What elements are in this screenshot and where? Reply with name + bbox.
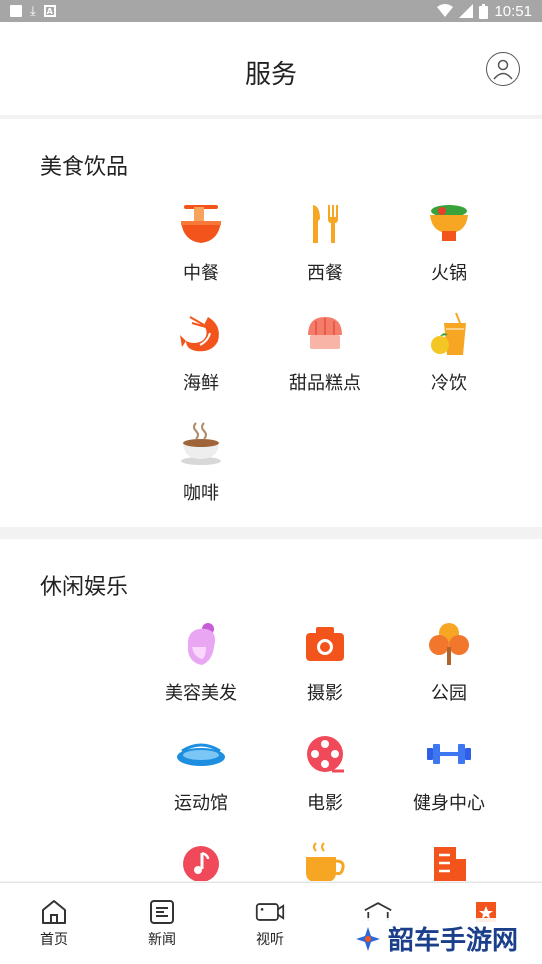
- service-item-photography[interactable]: 摄影: [270, 619, 380, 705]
- service-item-music[interactable]: [146, 839, 256, 881]
- service-label: 运动馆: [174, 793, 228, 814]
- battery-icon: [479, 3, 489, 19]
- app-header: 服务: [0, 22, 542, 115]
- service-label: 电影: [307, 793, 343, 814]
- coffee-cup-icon: [176, 419, 226, 469]
- profile-button[interactable]: [486, 52, 520, 86]
- service-item-seafood[interactable]: 海鲜: [146, 309, 256, 395]
- service-label: 火锅: [431, 263, 467, 284]
- food-section-title: 美食饮品: [40, 155, 129, 180]
- home-icon: [39, 897, 69, 927]
- service-item-beauty-salon[interactable]: 美容美发: [146, 619, 256, 705]
- watermark-text: 韶车手游网: [388, 926, 519, 956]
- page-title: 服务: [244, 60, 297, 90]
- service-item-chinese-food[interactable]: 中餐: [146, 199, 256, 285]
- tab-label: 新闻: [148, 932, 176, 948]
- tab-label: 首页: [40, 932, 68, 948]
- service-item-building[interactable]: [394, 839, 504, 881]
- service-item-western-food[interactable]: 西餐: [270, 199, 380, 285]
- service-item-movie[interactable]: 电影: [270, 729, 380, 815]
- service-label: 咖啡: [183, 483, 219, 504]
- leisure-section-title: 休闲娱乐: [40, 575, 129, 600]
- app-notification-icon: A: [43, 5, 56, 17]
- watermark: 韶车手游网: [350, 918, 523, 959]
- tree-icon: [424, 619, 474, 669]
- shrimp-icon: [176, 309, 226, 359]
- leisure-section: 休闲娱乐 美容美发 摄影 公园 运动馆 电影 健身中心: [0, 539, 542, 881]
- music-note-icon: [176, 839, 226, 881]
- service-item-park[interactable]: 公园: [394, 619, 504, 705]
- cake-icon: [300, 309, 350, 359]
- service-label: 中餐: [183, 263, 219, 284]
- service-item-dessert[interactable]: 甜品糕点: [270, 309, 380, 395]
- news-icon: [147, 897, 177, 927]
- tab-label: 视听: [256, 932, 284, 948]
- service-item-gym[interactable]: 健身中心: [394, 729, 504, 815]
- service-label: 海鲜: [183, 373, 219, 394]
- service-item-coffee[interactable]: 咖啡: [146, 419, 256, 505]
- fork-knife-icon: [300, 199, 350, 249]
- service-item-cold-drinks[interactable]: 冷饮: [394, 309, 504, 395]
- service-label: 公园: [431, 683, 467, 704]
- tab-home[interactable]: 首页: [24, 897, 84, 949]
- noodle-bowl-icon: [176, 199, 226, 249]
- service-label: 健身中心: [413, 793, 485, 814]
- video-camera-icon: [255, 897, 285, 927]
- food-section: 美食饮品 中餐 西餐 火锅 海鲜 甜品糕点 冷饮 咖啡: [0, 119, 542, 527]
- service-label: 美容美发: [165, 683, 237, 704]
- wifi-icon: [437, 4, 454, 17]
- stadium-icon: [176, 729, 226, 779]
- download-icon: ⤓: [30, 3, 36, 19]
- status-bar: ⤓ A 10:51: [0, 0, 542, 22]
- signal-icon: [459, 4, 474, 18]
- service-item-stadium[interactable]: 运动馆: [146, 729, 256, 815]
- hot-drink-icon: [300, 839, 350, 881]
- service-label: 甜品糕点: [289, 373, 361, 394]
- hotpot-icon: [424, 199, 474, 249]
- notification-icon: [10, 5, 22, 17]
- woman-face-icon: [176, 619, 226, 669]
- tab-news[interactable]: 新闻: [132, 897, 192, 949]
- service-item-hotpot[interactable]: 火锅: [394, 199, 504, 285]
- service-label: 冷饮: [431, 373, 467, 394]
- dumbbell-icon: [424, 729, 474, 779]
- tab-video[interactable]: 视听: [240, 897, 300, 949]
- watermark-logo-icon: [356, 926, 380, 951]
- film-reel-icon: [300, 729, 350, 779]
- user-icon: [493, 59, 513, 80]
- camera-icon: [300, 619, 350, 669]
- building-icon: [424, 839, 474, 881]
- service-label: 摄影: [307, 683, 343, 704]
- juice-icon: [424, 309, 474, 359]
- service-label: 西餐: [307, 263, 343, 284]
- service-item-cafe[interactable]: [270, 839, 380, 881]
- status-time: 10:51: [494, 2, 532, 20]
